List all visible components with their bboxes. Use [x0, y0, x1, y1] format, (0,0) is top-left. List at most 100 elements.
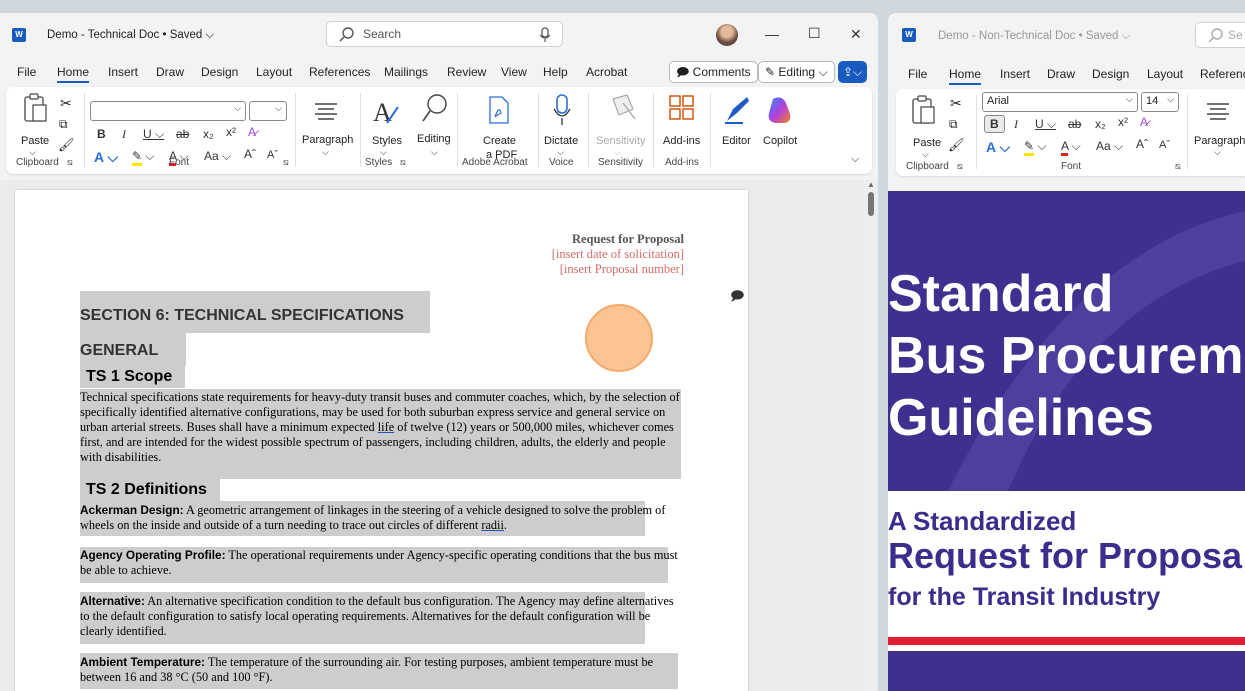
share-button[interactable]: ⇪⌵ [838, 61, 868, 83]
grow-font-button[interactable]: Aˆ [244, 147, 256, 161]
tab-references[interactable]: Referenc [1200, 67, 1245, 81]
chevron-down-icon[interactable]: ⌵ [1214, 147, 1221, 158]
highlight-button[interactable]: ✎ ⌵ [132, 149, 155, 166]
styles-launcher-icon[interactable]: ⧅ [400, 157, 406, 168]
paste-button[interactable]: Paste [913, 137, 941, 149]
comment-marker-icon[interactable]: 🗩 [730, 287, 744, 309]
close-button[interactable]: ✕ [850, 26, 862, 43]
tab-layout[interactable]: Layout [256, 65, 292, 79]
cover-page[interactable]: Standard Bus Procurem Guidelines A Stand… [888, 191, 1245, 691]
underline-button[interactable]: U ⌵ [1035, 117, 1056, 132]
tab-home[interactable]: Home [57, 65, 90, 83]
microphone-icon[interactable] [539, 27, 551, 43]
tab-file[interactable]: File [17, 65, 36, 79]
document-page[interactable]: Request for Proposal [insert date of sol… [15, 190, 748, 691]
tab-insert[interactable]: Insert [108, 65, 138, 79]
underline-button[interactable]: U ⌵ [143, 127, 164, 142]
shrink-font-button[interactable]: Aˇ [267, 149, 278, 161]
grow-font-button[interactable]: Aˆ [1136, 137, 1148, 151]
change-case-button[interactable]: Aa ⌵ [204, 149, 231, 164]
cut-icon[interactable]: ✂ [950, 95, 962, 112]
clipboard-launcher-icon[interactable]: ⧅ [957, 161, 963, 172]
highlight-button[interactable]: ✎ ⌵ [1024, 139, 1047, 156]
dictate-button[interactable]: Dictate [544, 135, 578, 147]
tab-file[interactable]: File [908, 67, 927, 81]
tab-mailings[interactable]: Mailings [384, 65, 428, 79]
spelling-flag-radii[interactable]: radii [481, 518, 504, 532]
subscript-button[interactable]: x₂ [203, 127, 214, 141]
scrollbar-thumb[interactable] [868, 192, 874, 216]
spelling-flag-life[interactable]: life [378, 420, 394, 434]
tab-design[interactable]: Design [1092, 67, 1129, 81]
italic-button[interactable]: I [122, 127, 126, 142]
editing-mode-button[interactable]: ✎ Editing ⌵ [758, 61, 835, 83]
styles-button[interactable]: Styles [372, 135, 402, 147]
text-effects-button[interactable]: A ⌵ [986, 139, 1010, 156]
font-color-button[interactable]: A ⌵ [1061, 139, 1081, 156]
tab-review[interactable]: Review [447, 65, 486, 79]
cover-title-line1: Standard [888, 265, 1114, 323]
clear-formatting-icon[interactable]: A̷ [248, 125, 256, 139]
scroll-up-arrow-icon[interactable]: ▲ [867, 180, 875, 189]
vertical-scrollbar[interactable]: ▲ [864, 180, 878, 691]
paste-dropdown[interactable]: ⌵ [922, 149, 929, 160]
strikethrough-button[interactable]: ab [1068, 117, 1081, 131]
subscript-button[interactable]: x₂ [1095, 117, 1106, 131]
italic-button[interactable]: I [1014, 117, 1018, 132]
chevron-down-icon[interactable]: ⌵ [322, 147, 329, 158]
strikethrough-button[interactable]: ab [176, 127, 189, 141]
clipboard-launcher-icon[interactable]: ⧅ [67, 157, 73, 168]
bold-button[interactable]: B [97, 127, 106, 141]
paragraph-button[interactable]: Paragraph [1194, 135, 1245, 147]
text-effects-button[interactable]: A ⌵ [94, 149, 118, 166]
editing-button[interactable]: Editing [417, 133, 451, 145]
font-name-combo[interactable]: Arial ⌵ [982, 92, 1138, 112]
chevron-down-icon[interactable]: ⌵ [431, 147, 438, 158]
tab-help[interactable]: Help [543, 65, 568, 79]
tab-design[interactable]: Design [201, 65, 238, 79]
paste-button[interactable]: Paste [21, 135, 49, 147]
copilot-button[interactable]: Copilot [763, 135, 797, 147]
font-size-combo[interactable]: ⌵ [249, 101, 287, 121]
search-box[interactable]: Se [1195, 22, 1245, 48]
comments-button[interactable]: 🗩 Comments [669, 61, 758, 83]
user-avatar[interactable] [716, 24, 738, 46]
format-painter-icon[interactable]: 🖌 [58, 137, 75, 153]
tab-draw[interactable]: Draw [1047, 67, 1075, 81]
superscript-button[interactable]: x² [226, 125, 236, 139]
window-title[interactable]: Demo - Technical Doc • Saved ⌵ [47, 29, 214, 42]
collapse-ribbon-chevron-icon[interactable]: ⌵ [851, 153, 859, 166]
minimize-button[interactable]: — [765, 26, 779, 42]
tab-draw[interactable]: Draw [156, 65, 184, 79]
cut-icon[interactable]: ✂ [60, 95, 72, 112]
tab-acrobat[interactable]: Acrobat [586, 65, 627, 79]
tab-layout[interactable]: Layout [1147, 67, 1183, 81]
bold-button[interactable]: B [984, 115, 1005, 133]
document-canvas[interactable]: Request for Proposal [insert date of sol… [0, 180, 878, 691]
create-pdf-button[interactable]: Create [483, 135, 516, 147]
clear-formatting-icon[interactable]: A̷ [1140, 115, 1148, 129]
font-name-combo[interactable]: ⌵ [90, 101, 246, 121]
copy-icon[interactable]: ⧉ [949, 117, 958, 132]
tab-home[interactable]: Home [949, 67, 982, 85]
superscript-button[interactable]: x² [1118, 115, 1128, 129]
addins-button[interactable]: Add-ins [663, 135, 700, 147]
change-case-button[interactable]: Aa ⌵ [1096, 139, 1123, 154]
search-box[interactable]: Search [326, 21, 563, 47]
window-title[interactable]: Demo - Non-Technical Doc • Saved ⌵ [938, 30, 1130, 43]
copy-icon[interactable]: ⧉ [59, 117, 68, 132]
tab-view[interactable]: View [501, 65, 527, 79]
paragraph-button[interactable]: Paragraph [302, 134, 353, 146]
word-app-icon: W [902, 28, 916, 42]
sensitivity-button[interactable]: Sensitivity [596, 135, 646, 147]
cover-subtitle-line3: for the Transit Industry [888, 583, 1161, 611]
format-painter-icon[interactable]: 🖌 [948, 137, 965, 153]
shrink-font-button[interactable]: Aˇ [1159, 139, 1170, 151]
maximize-button[interactable]: ☐ [808, 25, 821, 42]
font-size-combo[interactable]: 14 ⌵ [1141, 92, 1179, 112]
editor-button[interactable]: Editor [722, 135, 751, 147]
tab-references[interactable]: References [309, 65, 370, 79]
font-launcher-icon[interactable]: ⧅ [1175, 161, 1181, 172]
tab-insert[interactable]: Insert [1000, 67, 1030, 81]
font-launcher-icon[interactable]: ⧅ [283, 157, 289, 168]
